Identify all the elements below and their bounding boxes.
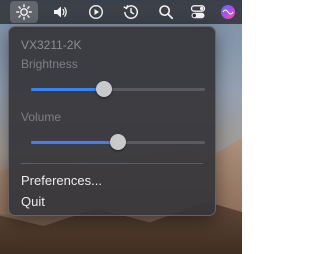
desktop: VX3211-2K Brightness Volume Preferences.… bbox=[0, 0, 242, 254]
volume-slider[interactable] bbox=[31, 134, 205, 150]
brightness-slider-knob[interactable] bbox=[96, 81, 113, 97]
control-center-icon bbox=[190, 5, 206, 19]
play-icon bbox=[88, 4, 104, 20]
speaker-icon bbox=[54, 6, 67, 18]
volume-slider-knob[interactable] bbox=[110, 134, 126, 150]
brightness-slider[interactable] bbox=[31, 81, 205, 97]
menu-bar bbox=[0, 0, 242, 24]
sound-menu-extra[interactable] bbox=[46, 0, 74, 24]
display-brightness-icon bbox=[16, 4, 32, 20]
siri-icon bbox=[221, 5, 235, 19]
menu-divider bbox=[21, 163, 203, 164]
display-menu-panel: VX3211-2K Brightness Volume Preferences.… bbox=[8, 26, 216, 216]
volume-label: Volume bbox=[21, 110, 62, 124]
siri-menu-extra[interactable] bbox=[214, 0, 242, 24]
time-machine-menu-extra[interactable] bbox=[117, 0, 145, 24]
search-icon bbox=[159, 5, 174, 20]
spotlight-menu-extra[interactable] bbox=[152, 0, 180, 24]
control-center-menu-extra[interactable] bbox=[184, 0, 212, 24]
now-playing-menu-extra[interactable] bbox=[82, 0, 110, 24]
time-machine-icon bbox=[123, 5, 138, 19]
brightness-label: Brightness bbox=[21, 57, 78, 71]
preferences-menu-item[interactable]: Preferences... bbox=[9, 171, 215, 191]
brightness-slider-fill bbox=[31, 88, 105, 91]
display-brightness-menu-extra[interactable] bbox=[10, 1, 38, 23]
volume-slider-fill bbox=[31, 141, 118, 144]
display-device-name: VX3211-2K bbox=[21, 38, 82, 52]
quit-menu-item[interactable]: Quit bbox=[9, 192, 215, 212]
